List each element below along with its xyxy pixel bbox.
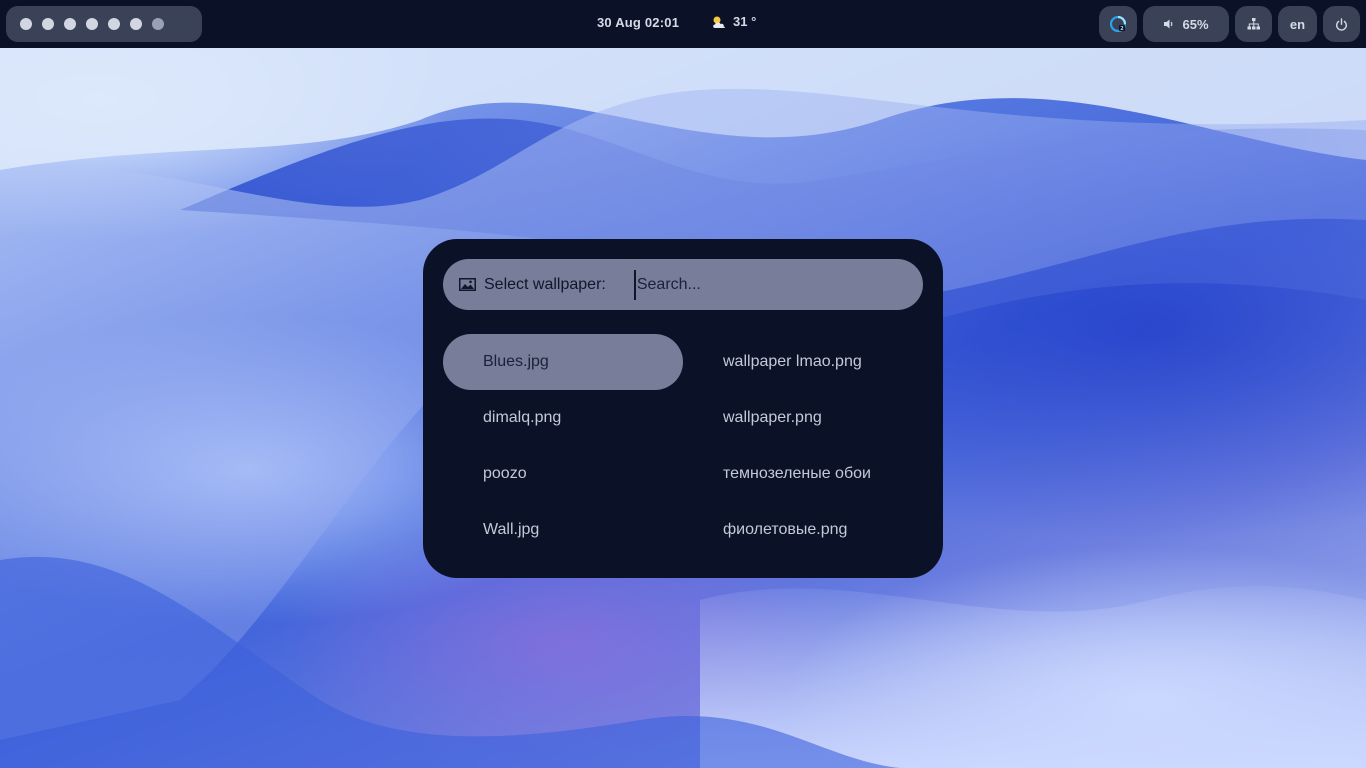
workspace-dot-4[interactable] [86, 18, 98, 30]
file-item[interactable]: Wall.jpg [443, 502, 683, 558]
workspace-dot-2[interactable] [42, 18, 54, 30]
prompt-label: Select wallpaper: [484, 275, 606, 293]
top-bar: 30 Aug 02:01 31 ° 2 65% en [0, 0, 1366, 48]
file-item[interactable]: wallpaper.png [683, 390, 923, 446]
partly-cloudy-icon [713, 16, 725, 28]
workspace-dot-5[interactable] [108, 18, 120, 30]
volume-level: 65% [1182, 16, 1209, 32]
workspace-dot-1[interactable] [20, 18, 32, 30]
search-input[interactable] [633, 269, 917, 300]
file-item[interactable]: poozo [443, 446, 683, 502]
workspace-dot-7[interactable] [152, 18, 164, 30]
keyboard-layout-button[interactable]: en [1278, 6, 1317, 42]
file-name: wallpaper lmao.png [723, 353, 862, 370]
weather-widget[interactable]: 31 ° [711, 14, 756, 29]
workspace-dot-3[interactable] [64, 18, 76, 30]
power-button[interactable] [1323, 6, 1360, 42]
workspace-switcher[interactable] [6, 6, 202, 42]
file-name: Wall.jpg [483, 521, 540, 538]
file-name: dimalq.png [483, 409, 562, 426]
image-icon [459, 278, 476, 291]
volume-button[interactable]: 65% [1143, 6, 1229, 42]
file-item[interactable]: фиолетовые.png [683, 502, 923, 558]
temperature: 31 ° [733, 14, 757, 29]
file-item[interactable]: wallpaper lmao.png [683, 334, 923, 390]
file-name: poozo [483, 465, 527, 482]
file-item[interactable]: dimalq.png [443, 390, 683, 446]
clock[interactable]: 30 Aug 02:01 [597, 15, 679, 30]
file-item[interactable]: темнозеленые обои [683, 446, 923, 502]
system-tray-app-icon: 2 [1110, 16, 1126, 32]
tray-app-button[interactable]: 2 [1099, 6, 1137, 42]
file-name: wallpaper.png [723, 409, 822, 426]
network-icon [1247, 18, 1260, 30]
wallpaper-selector-dialog: Select wallpaper: Blues.jpg wallpaper lm… [423, 239, 943, 578]
file-item-selected[interactable]: Blues.jpg [443, 334, 683, 390]
file-name: фиолетовые.png [723, 521, 848, 538]
svg-text:2: 2 [1120, 26, 1124, 32]
power-icon [1336, 17, 1347, 31]
file-name: темнозеленые обои [723, 465, 871, 482]
speaker-icon [1164, 19, 1173, 29]
network-button[interactable] [1235, 6, 1272, 42]
search-bar: Select wallpaper: [443, 259, 923, 310]
file-name: Blues.jpg [483, 353, 549, 370]
workspace-dot-6[interactable] [130, 18, 142, 30]
